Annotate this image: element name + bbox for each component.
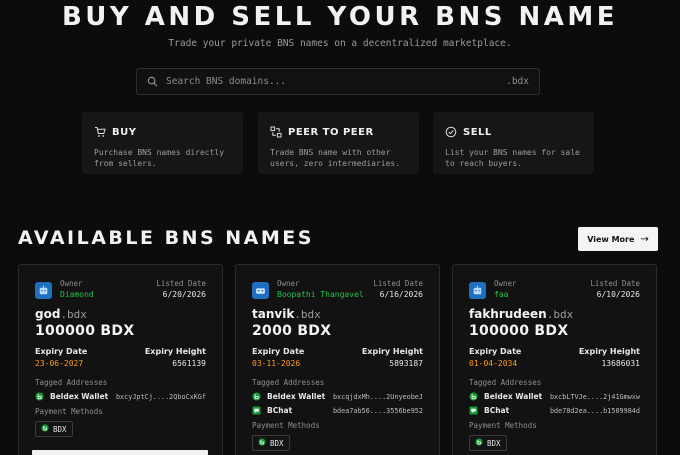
expiry-date: 01-04-2034 xyxy=(469,359,518,368)
arrow-right-icon: → xyxy=(640,233,649,245)
beldex-icon xyxy=(469,392,478,401)
owner-name: Boopathi Thangavel xyxy=(277,290,364,299)
feature-description: Purchase BNS names directly from sellers… xyxy=(94,148,225,168)
tagged-address-row: Beldex Wallet bxcbLTVJe....2j41Gmwxw xyxy=(469,392,640,401)
feature-title: BUY xyxy=(112,127,137,138)
listed-date: 6/20/2026 xyxy=(162,290,206,299)
beldex-icon xyxy=(252,392,261,401)
owner-label: Owner xyxy=(494,279,517,288)
hero-subtitle: Trade your private BNS names on a decent… xyxy=(168,38,512,49)
search-input[interactable] xyxy=(166,76,507,87)
avatar xyxy=(35,282,52,299)
feature-title: PEER TO PEER xyxy=(288,127,374,138)
owner-label: Owner xyxy=(60,279,83,288)
domain-price: 100000 BDX xyxy=(469,323,569,339)
owner-label: Owner xyxy=(277,279,300,288)
expiry-height: 13686031 xyxy=(601,359,640,368)
beldex-icon xyxy=(258,438,266,448)
beldex-icon xyxy=(475,438,483,448)
expiry-height-label: Expiry Height xyxy=(144,347,206,356)
beldex-icon xyxy=(35,392,44,401)
check-circle-icon xyxy=(445,123,457,142)
expiry-date: 03-11-2026 xyxy=(252,359,301,368)
search-bar: .bdx xyxy=(136,68,540,95)
listed-date: 6/16/2026 xyxy=(379,290,423,299)
domain-card[interactable]: Owner faa Listed Date 6/10/2026 fakhrude… xyxy=(452,264,657,455)
expiry-date-label: Expiry Date xyxy=(469,347,522,356)
tagged-address-row: Beldex Wallet bxcyJptCj....2QboCxKGf xyxy=(35,392,206,401)
expiry-height: 5893187 xyxy=(389,359,423,368)
domain-card[interactable]: Owner Boopathi Thangavel Listed Date 6/1… xyxy=(235,264,440,455)
feature-description: List your BNS names for sale to reach bu… xyxy=(445,148,580,168)
owner-name: faa xyxy=(494,290,509,299)
feature-sell: SELL List your BNS names for sale to rea… xyxy=(433,112,594,174)
expiry-date-label: Expiry Date xyxy=(252,347,305,356)
expiry-height-label: Expiry Height xyxy=(578,347,640,356)
payment-methods-label: Payment Methods xyxy=(252,421,320,430)
payment-methods-label: Payment Methods xyxy=(35,407,103,416)
domain-name: god.bdx xyxy=(35,307,87,321)
view-more-button[interactable]: View More → xyxy=(578,227,658,251)
tagged-addresses-label: Tagged Addresses xyxy=(35,378,108,387)
hero-title: BUY AND SELL YOUR BNS NAME xyxy=(61,2,619,32)
owner-name: Diamond xyxy=(60,290,94,299)
avatar xyxy=(469,282,486,299)
listed-date: 6/10/2026 xyxy=(596,290,640,299)
payment-chip: BDX xyxy=(35,421,73,437)
tagged-addresses-label: Tagged Addresses xyxy=(252,378,325,387)
view-more-label: View More xyxy=(587,234,635,244)
feature-title: SELL xyxy=(463,127,492,138)
feature-buy: BUY Purchase BNS names directly from sel… xyxy=(82,112,243,174)
expiry-date-label: Expiry Date xyxy=(35,347,88,356)
domain-card[interactable]: Owner Diamond Listed Date 6/20/2026 god.… xyxy=(18,264,223,455)
cart-icon xyxy=(94,123,106,142)
listed-date-label: Listed Date xyxy=(156,279,206,288)
tagged-address-row: Beldex Wallet bxcqjdxMh....2UnyeobeJ xyxy=(252,392,423,401)
avatar xyxy=(252,282,269,299)
tagged-address-row: BChat bdea7ab56....3556be952 xyxy=(252,406,423,415)
tagged-addresses-label: Tagged Addresses xyxy=(469,378,542,387)
beldex-icon xyxy=(41,424,49,434)
tagged-address-row: BChat bde78d2ea....b1509984d xyxy=(469,406,640,415)
search-suffix: .bdx xyxy=(506,76,529,87)
listed-date-label: Listed Date xyxy=(590,279,640,288)
domain-price: 2000 BDX xyxy=(252,323,332,339)
domain-price: 100000 BDX xyxy=(35,323,135,339)
feature-peer-to-peer: PEER TO PEER Trade BNS name with other u… xyxy=(258,112,419,174)
expiry-date: 23-06-2027 xyxy=(35,359,84,368)
payment-chip: BDX xyxy=(252,435,290,451)
bchat-icon xyxy=(252,406,261,415)
expiry-height: 6561139 xyxy=(172,359,206,368)
bchat-icon xyxy=(469,406,478,415)
domain-name: tanvik.bdx xyxy=(252,307,321,321)
search-icon xyxy=(147,76,158,87)
feature-description: Trade BNS name with other users, zero in… xyxy=(270,148,401,168)
listed-date-label: Listed Date xyxy=(373,279,423,288)
payment-methods-label: Payment Methods xyxy=(469,421,537,430)
peer-to-peer-icon xyxy=(270,123,282,142)
buy-button[interactable] xyxy=(32,450,208,455)
payment-chip: BDX xyxy=(469,435,507,451)
domain-name: fakhrudeen.bdx xyxy=(469,307,574,321)
expiry-height-label: Expiry Height xyxy=(361,347,423,356)
section-title: AVAILABLE BNS NAMES xyxy=(18,227,314,249)
